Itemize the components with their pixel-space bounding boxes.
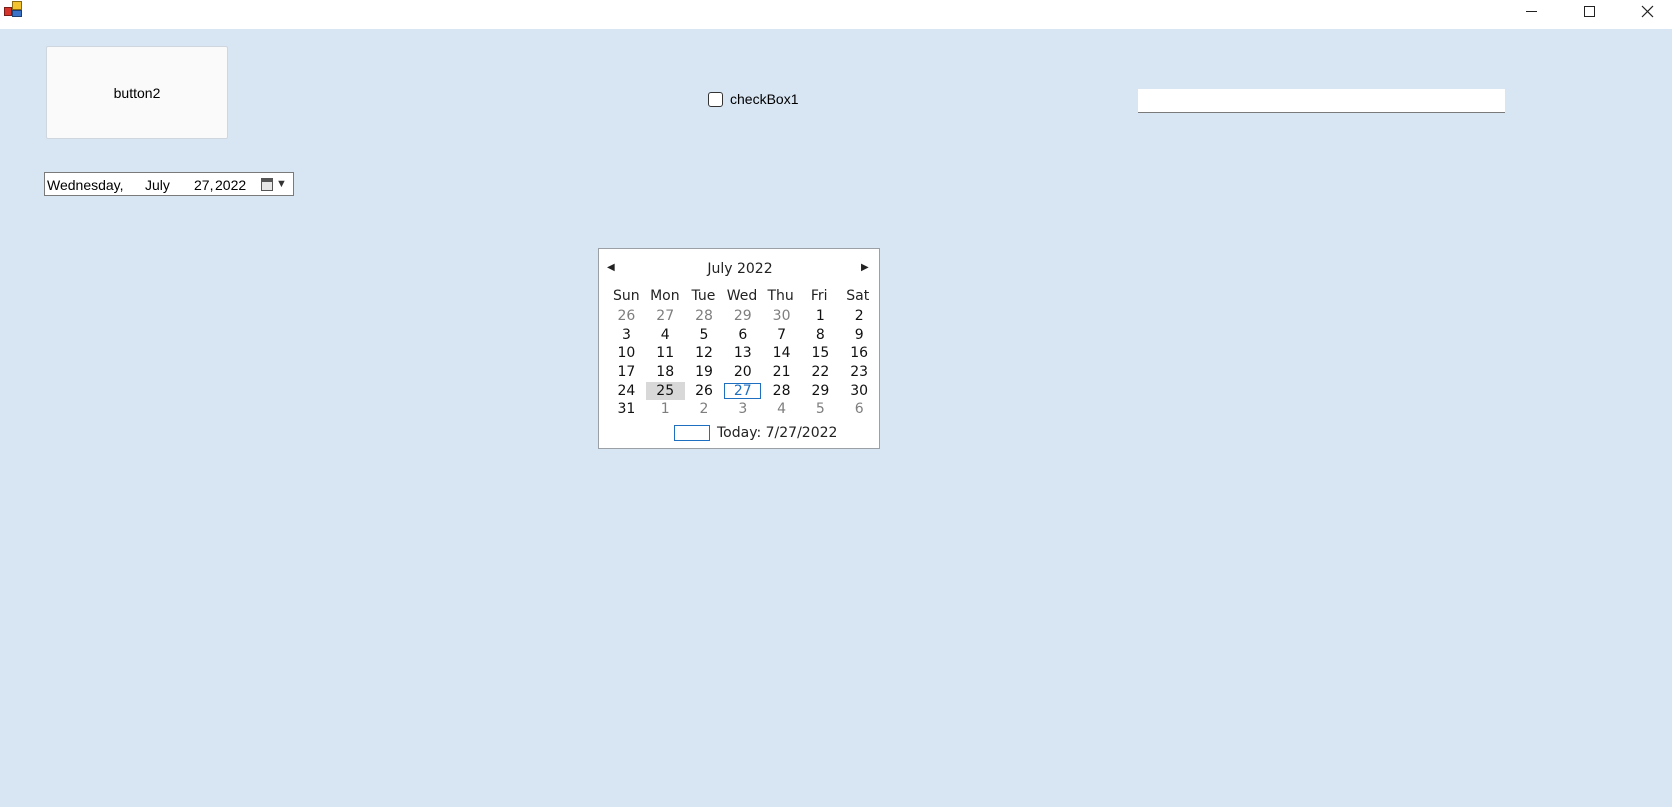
button2-label: button2 [113, 84, 161, 101]
calendar-day[interactable]: 5 [685, 326, 724, 345]
close-button[interactable] [1618, 0, 1672, 22]
title-bar [0, 0, 1672, 29]
calendar-month-title[interactable]: July 2022 [599, 261, 881, 277]
calendar-day[interactable]: 6 [723, 326, 762, 345]
calendar-day[interactable]: 25 [645, 381, 685, 401]
calendar-day[interactable]: 26 [685, 382, 724, 401]
calendar-day[interactable]: 21 [762, 363, 801, 382]
minimize-button[interactable] [1502, 0, 1560, 22]
calendar-day[interactable]: 29 [801, 382, 840, 401]
calendar-day[interactable]: 5 [801, 400, 840, 419]
calendar-day[interactable]: 11 [646, 344, 685, 363]
checkbox1-label[interactable]: checkBox1 [730, 91, 798, 107]
checkbox1[interactable]: checkBox1 [708, 91, 798, 107]
calendar-weekday-header: Sun Mon Tue Wed Thu Fri Sat [607, 288, 877, 304]
month-calendar: ◀ July 2022 ▶ Sun Mon Tue Wed Thu Fri Sat 26 27… [598, 248, 880, 449]
calendar-day[interactable]: 13 [723, 344, 762, 363]
calendar-day[interactable]: 22 [801, 363, 840, 382]
dtp-day-of-week[interactable]: Wednesday, [47, 177, 124, 193]
calendar-day[interactable]: 28 [762, 382, 801, 401]
calendar-day[interactable]: 29 [723, 307, 762, 326]
right-arrow-icon[interactable]: ▶ [861, 262, 869, 273]
calendar-day[interactable]: 23 [840, 363, 879, 382]
calendar-day[interactable]: 27 [646, 307, 685, 326]
calendar-day[interactable]: 20 [723, 363, 762, 382]
minimize-icon [1525, 10, 1537, 12]
calendar-day[interactable]: 12 [685, 344, 724, 363]
calendar-day[interactable]: 1 [801, 307, 840, 326]
calendar-today-link[interactable]: Today: 7/27/2022 [674, 425, 837, 441]
form-client-area: button2 checkBox1 Wednesday, July 27, 20… [0, 29, 1672, 807]
calendar-day[interactable]: 18 [646, 363, 685, 382]
calendar-day-grid: 26 27 28 29 30 1 2 3 4 5 6 7 8 9 10 11 12 13 14 15 16 17 18 19 2… [607, 307, 877, 419]
weekday-thu: Thu [767, 288, 794, 304]
calendar-day[interactable]: 2 [685, 400, 724, 419]
textbox1[interactable] [1138, 89, 1505, 113]
dtp-month[interactable]: July [145, 177, 170, 193]
calendar-day[interactable]: 4 [762, 400, 801, 419]
maximize-icon [1583, 5, 1595, 17]
calendar-day[interactable]: 27 [723, 382, 762, 401]
calendar-day[interactable]: 9 [840, 326, 879, 345]
close-icon [1641, 5, 1653, 17]
calendar-day[interactable]: 3 [607, 326, 646, 345]
calendar-day[interactable]: 24 [607, 382, 646, 401]
weekday-tue: Tue [691, 288, 716, 304]
weekday-mon: Mon [650, 288, 680, 304]
checkbox1-box[interactable] [708, 91, 723, 107]
calendar-day[interactable]: 14 [762, 344, 801, 363]
calendar-day[interactable]: 31 [607, 400, 646, 419]
calendar-day[interactable]: 30 [840, 382, 879, 401]
calendar-day[interactable]: 4 [646, 326, 685, 345]
weekday-sat: Sat [846, 288, 870, 304]
calendar-day[interactable]: 19 [685, 363, 724, 382]
button2[interactable]: button2 [46, 46, 228, 139]
chevron-down-icon[interactable]: ▼ [276, 178, 287, 190]
calendar-day[interactable]: 17 [607, 363, 646, 382]
maximize-button[interactable] [1560, 0, 1618, 22]
weekday-fri: Fri [810, 288, 828, 304]
dtp-year[interactable]: 2022 [215, 177, 246, 193]
today-marker [674, 425, 710, 441]
calendar-day[interactable]: 8 [801, 326, 840, 345]
weekday-wed: Wed [726, 288, 758, 304]
calendar-day[interactable]: 10 [607, 344, 646, 363]
calendar-day[interactable]: 15 [801, 344, 840, 363]
calendar-day[interactable]: 6 [840, 400, 879, 419]
calendar-day[interactable]: 26 [607, 307, 646, 326]
calendar-day[interactable]: 3 [723, 400, 762, 419]
today-label[interactable]: Today: 7/27/2022 [717, 425, 837, 441]
calendar-icon[interactable] [261, 178, 273, 191]
calendar-day[interactable]: 1 [646, 400, 685, 419]
calendar-day[interactable]: 30 [762, 307, 801, 326]
weekday-sun: Sun [612, 288, 640, 304]
calendar-day[interactable]: 28 [685, 307, 724, 326]
date-time-picker[interactable]: Wednesday, July 27, 2022 ▼ [44, 172, 294, 196]
calendar-day[interactable]: 7 [762, 326, 801, 345]
calendar-day[interactable]: 16 [840, 344, 879, 363]
dtp-day[interactable]: 27, [194, 177, 213, 193]
calendar-day[interactable]: 2 [840, 307, 879, 326]
app-icon[interactable] [4, 1, 22, 17]
